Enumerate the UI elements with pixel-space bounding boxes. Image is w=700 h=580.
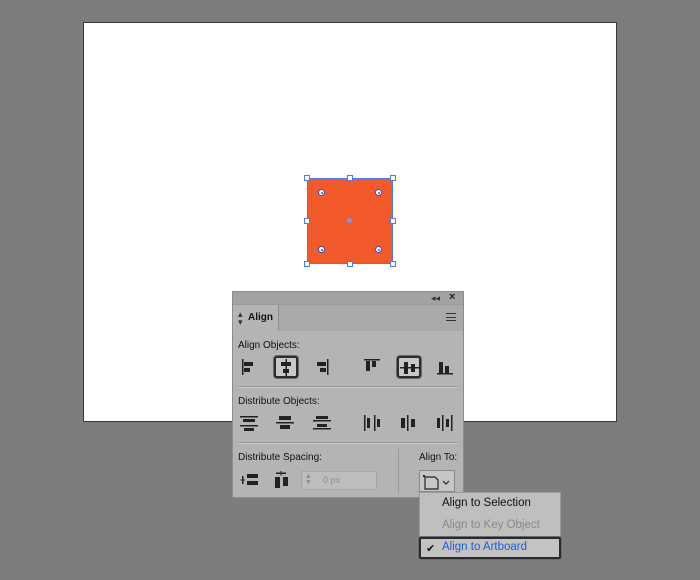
menu-item-align-to-artboard[interactable]: ✔ Align to Artboard (419, 537, 561, 559)
horizontal-align-left-icon (242, 359, 253, 375)
vertical-distribute-top-icon (240, 416, 258, 431)
section-vertical-divider (398, 449, 399, 493)
horizontal-distribute-space-button[interactable] (271, 470, 295, 492)
horizontal-distribute-center-button[interactable] (397, 413, 421, 435)
horizontal-distribute-left-icon (364, 415, 380, 431)
horizontal-align-right-button[interactable] (311, 357, 335, 379)
vertical-distribute-bottom-icon (313, 416, 331, 430)
horizontal-align-right-icon (317, 359, 329, 375)
horizontal-distribute-left-button[interactable] (361, 413, 385, 435)
align-objects-label: Align Objects: (238, 340, 300, 351)
vertical-distribute-center-icon (276, 416, 294, 429)
resize-handle-bottom[interactable] (347, 261, 353, 267)
align-to-menu: Align to Selection Align to Key Object ✔… (419, 492, 561, 560)
horizontal-distribute-space-icon (275, 471, 288, 488)
panel-tab-row: ▴ ▾ Align (233, 305, 463, 331)
horizontal-distribute-right-button[interactable] (434, 413, 458, 435)
vertical-align-center-button[interactable] (397, 356, 421, 378)
align-panel: ◂◂ × ▴ ▾ Align Align Objects: Distribute … (232, 291, 464, 498)
resize-handle-top-right[interactable] (390, 175, 396, 181)
resize-handle-top-left[interactable] (304, 175, 310, 181)
vertical-distribute-top-button[interactable] (238, 413, 262, 435)
center-point (347, 218, 352, 223)
vertical-distribute-bottom-button[interactable] (311, 413, 335, 435)
resize-handle-left[interactable] (304, 218, 310, 224)
distribute-spacing-input[interactable]: ▲ ▼ 0 px (301, 471, 377, 490)
tab-align[interactable]: ▴ ▾ Align (233, 305, 279, 331)
menu-item-label: Align to Artboard (442, 541, 528, 553)
vertical-distribute-space-button[interactable] (238, 470, 262, 492)
align-to-label: Align To: (419, 452, 458, 463)
horizontal-align-center-button[interactable] (274, 356, 298, 378)
tab-expand-icon: ▴ ▾ (238, 309, 243, 327)
corner-widget-bottom-right[interactable] (375, 246, 382, 253)
menu-item-label: Align to Key Object (442, 519, 540, 531)
horizontal-align-left-button[interactable] (238, 357, 262, 379)
section-divider (238, 442, 458, 444)
close-icon[interactable]: × (449, 291, 455, 303)
checkmark-icon: ✔ (426, 543, 436, 555)
panel-menu-icon[interactable] (446, 313, 456, 321)
align-to-artboard-icon (423, 475, 450, 490)
menu-item-label: Align to Selection (442, 497, 531, 509)
resize-handle-bottom-right[interactable] (390, 261, 396, 267)
tab-align-label: Align (248, 312, 273, 323)
vertical-align-bottom-button[interactable] (434, 357, 458, 379)
panel-title-bar[interactable]: ◂◂ × (233, 291, 463, 305)
distribute-objects-label: Distribute Objects: (238, 396, 320, 407)
distribute-spacing-value: 0 px (323, 475, 341, 485)
vertical-align-bottom-icon (437, 362, 453, 375)
section-divider (238, 386, 458, 388)
resize-handle-bottom-left[interactable] (304, 261, 310, 267)
vertical-distribute-center-button[interactable] (274, 413, 298, 435)
vertical-align-top-button[interactable] (361, 357, 385, 379)
vertical-align-center-icon (400, 362, 420, 374)
menu-item-align-to-key-object: Align to Key Object (420, 515, 560, 537)
align-to-dropdown-button[interactable] (419, 470, 455, 492)
distribute-spacing-label: Distribute Spacing: (238, 452, 322, 463)
horizontal-align-center-icon (281, 359, 291, 377)
vertical-align-top-icon (364, 359, 380, 371)
resize-handle-top[interactable] (347, 175, 353, 181)
corner-widget-bottom-left[interactable] (318, 246, 325, 253)
corner-widget-top-left[interactable] (318, 189, 325, 196)
corner-widget-top-right[interactable] (375, 189, 382, 196)
horizontal-distribute-center-icon (401, 415, 415, 431)
horizontal-distribute-right-icon (437, 415, 453, 431)
orange-square-shape[interactable] (304, 175, 396, 267)
vertical-distribute-space-icon (240, 474, 258, 485)
collapse-icon[interactable]: ◂◂ (431, 293, 440, 304)
menu-item-align-to-selection[interactable]: Align to Selection (420, 493, 560, 515)
resize-handle-right[interactable] (390, 218, 396, 224)
spinner-arrows-icon[interactable]: ▲ ▼ (305, 473, 312, 486)
